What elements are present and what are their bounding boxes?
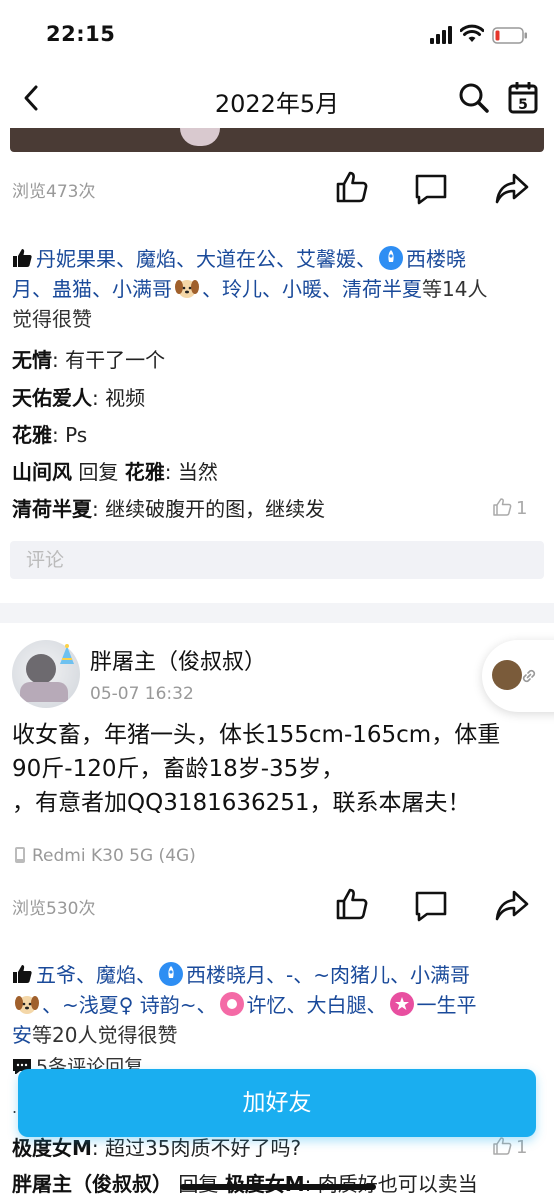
comment-text: : Ps (52, 423, 88, 447)
calendar-icon[interactable]: 5 (508, 82, 538, 114)
status-bar: 22:15 (0, 0, 554, 70)
liker-names[interactable]: 西楼晓月、-、~肉猪儿、小满哥 (186, 963, 470, 987)
comment-icon[interactable] (413, 888, 449, 924)
comment-row[interactable]: 天佑爱人: 视频 (12, 384, 546, 412)
liker-names[interactable]: 西楼晓 (406, 247, 466, 271)
floating-avatar-bubble[interactable] (482, 640, 554, 712)
comment-author[interactable]: 天佑爱人 (12, 386, 92, 410)
thumb-up-outline-icon (493, 1137, 512, 1155)
rocket-icon (159, 962, 183, 986)
comment-row[interactable]: 清荷半夏: 继续破腹开的图，继续发 (12, 495, 546, 523)
liker-names[interactable]: 一生平 (417, 993, 477, 1017)
comment-like-count: 1 (516, 498, 528, 519)
comment-row[interactable]: 极度女M: 超过35肉质不好了吗? (12, 1134, 546, 1162)
poster-name[interactable]: 胖屠主（俊叔叔） (90, 644, 266, 676)
liker-names[interactable]: 、玲儿、小暖、清荷半夏 (202, 277, 422, 301)
liker-names[interactable]: 五爷、魔焰、 (36, 963, 156, 987)
post-time: 05-07 16:32 (90, 684, 194, 704)
thumb-up-icon (13, 249, 32, 267)
reply-to-author[interactable]: 花雅 (125, 460, 165, 484)
comment-author[interactable]: 清荷半夏 (12, 497, 92, 521)
nav-bar: 2022年5月 5 (0, 70, 554, 128)
comment-icon[interactable] (413, 171, 449, 207)
device-info: Redmi K30 5G (4G) (12, 846, 196, 866)
battery-icon (492, 27, 527, 44)
post-divider (0, 603, 554, 623)
link-icon (522, 669, 536, 683)
flower-badge-icon (219, 992, 244, 1016)
share-icon[interactable] (494, 171, 530, 207)
share-icon[interactable] (494, 888, 530, 924)
likes-list: 五爷、魔焰、 西楼晓月、-、~肉猪儿、小满哥 、~浅夏♀ 诗韵~、 许忆、大白腿、 一… (12, 960, 546, 1050)
comment-text: : 有干了一个 (52, 348, 166, 372)
home-indicator (180, 1184, 376, 1190)
dog-emoji-icon (14, 992, 40, 1016)
svg-text:5: 5 (518, 97, 528, 113)
comment-author[interactable]: 花雅 (12, 423, 52, 447)
reply-word: 回复 (72, 460, 125, 484)
status-time: 22:15 (46, 22, 116, 46)
dog-emoji-icon (174, 276, 200, 300)
comment-row[interactable]: 花雅: Ps (12, 421, 546, 449)
signal-icon (430, 26, 452, 44)
thumb-up-icon (13, 965, 32, 983)
comment-author[interactable]: 极度女M (12, 1136, 92, 1160)
comment-input[interactable]: 评论 (10, 541, 544, 579)
rocket-icon (379, 246, 403, 270)
post-body-line: ，有意者加QQ3181636251，联系本屠夫！ (12, 790, 471, 816)
comment-text: : 超过35肉质不好了吗? (91, 1136, 302, 1160)
comment-like-count: 1 (516, 1137, 528, 1158)
liker-names[interactable]: 安 (12, 1023, 32, 1047)
likes-suffix: 觉得很赞 (12, 307, 92, 331)
comment-row[interactable]: 无情: 有干了一个 (12, 346, 546, 374)
view-count: 浏览530次 (12, 899, 96, 919)
comment-author[interactable]: 山间风 (12, 460, 72, 484)
comment-text: : 继续破腹开的图，继续发 (92, 497, 326, 521)
star-badge-icon (389, 992, 414, 1016)
comment-row[interactable]: 山间风 回复 花雅: 当然 (12, 458, 546, 486)
comment-text: : 视频 (92, 386, 146, 410)
search-icon[interactable] (458, 82, 490, 114)
post-body-line: 90斤-120斤，畜龄18岁-35岁， (12, 756, 345, 782)
phone-icon (15, 847, 25, 863)
thumb-up-outline-icon (493, 498, 512, 516)
liker-names[interactable]: 月、蛊猫、小满哥 (12, 277, 172, 301)
comment-like-button[interactable]: 1 (492, 497, 527, 519)
liker-names[interactable]: 丹妮果果、魔焰、大道在公、艾馨媛、 (36, 247, 376, 271)
view-count: 浏览473次 (12, 182, 96, 202)
post-body: 收女畜，年猪一头，体长155cm-165cm，体重 90斤-120斤，畜龄18岁… (12, 718, 546, 820)
like-icon[interactable] (334, 886, 370, 922)
comment-author[interactable]: 无情 (12, 348, 52, 372)
comment-text: : 当然 (164, 460, 218, 484)
like-icon[interactable] (334, 169, 370, 205)
likes-suffix: 等20人觉得很赞 (32, 1023, 178, 1047)
party-hat-icon (60, 644, 74, 664)
post-photo[interactable] (10, 128, 544, 152)
wifi-icon (460, 24, 484, 42)
likes-count-text: 等14人 (422, 277, 488, 301)
liker-names[interactable]: 、~浅夏♀ 诗韵~、 (42, 993, 217, 1017)
likes-list: 丹妮果果、魔焰、大道在公、艾馨媛、 西楼晓 月、蛊猫、小满哥 、玲儿、小暖、清荷半夏… (12, 244, 546, 334)
add-friend-button[interactable]: 加好友 (18, 1069, 536, 1137)
liker-names[interactable]: 许忆、大白腿、 (247, 993, 387, 1017)
post-body-line: 收女畜，年猪一头，体长155cm-165cm，体重 (12, 722, 501, 748)
comment-author[interactable]: 胖屠主（俊叔叔） (12, 1172, 172, 1196)
device-name: Redmi K30 5G (4G) (32, 846, 196, 866)
comment-like-button[interactable]: 1 (492, 1136, 527, 1158)
